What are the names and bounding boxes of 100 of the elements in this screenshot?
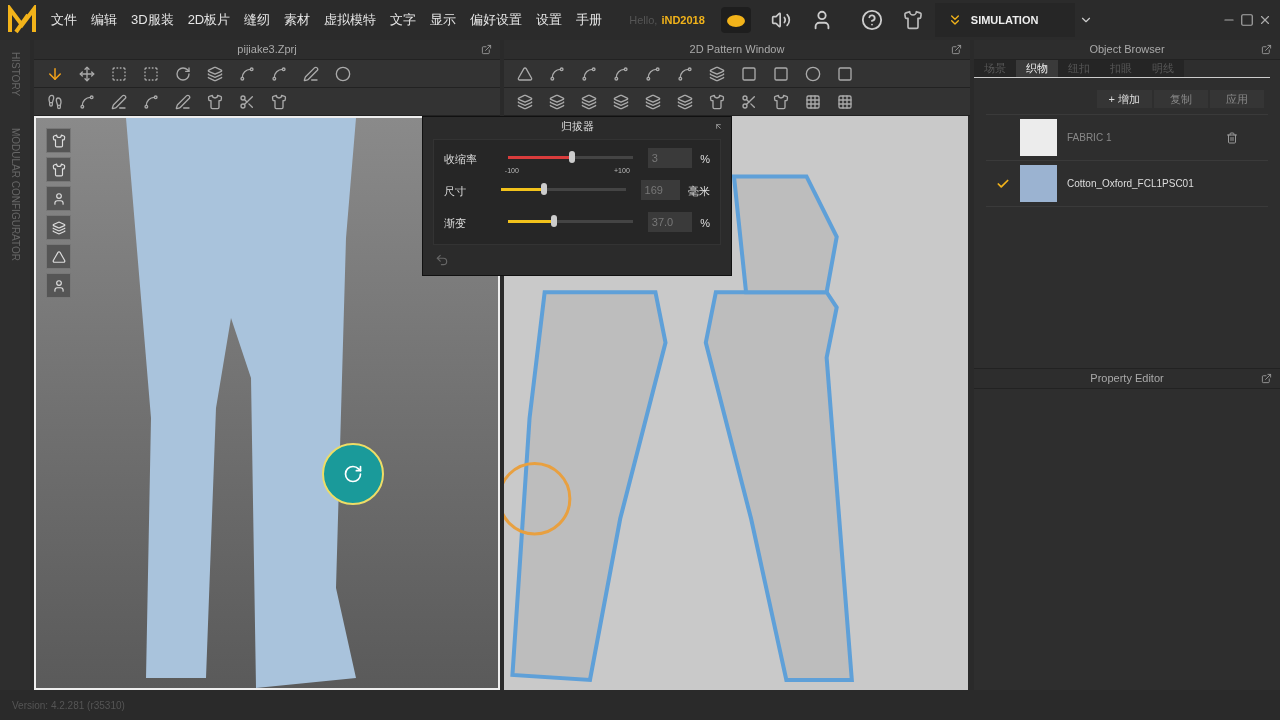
tool-icon: [549, 65, 565, 82]
tool-icon: [239, 93, 255, 110]
tool-icon: [143, 93, 159, 110]
tool-icon: [517, 93, 533, 110]
tool-icon: [741, 93, 757, 110]
slider-label: 尺寸: [444, 184, 467, 199]
cloud-icon: [725, 13, 746, 27]
slider-label: 渐变: [444, 216, 467, 231]
menu-item[interactable]: 文字: [383, 10, 424, 30]
menu-item[interactable]: 素材: [277, 10, 318, 30]
popout-icon[interactable]: [1261, 44, 1272, 55]
undo-icon[interactable]: [435, 253, 449, 267]
tool-icon: [111, 93, 127, 110]
menu-item[interactable]: 2D板片: [180, 10, 238, 30]
browser-button[interactable]: + 增加: [1096, 90, 1152, 108]
popout-icon[interactable]: [951, 44, 962, 55]
brush-cursor-icon: [504, 461, 572, 536]
slider-thumb[interactable]: [551, 215, 558, 227]
popout-icon[interactable]: [481, 44, 492, 55]
dialog-title: 归拔器: [560, 118, 594, 134]
browser-tab[interactable]: 织物: [1016, 60, 1058, 77]
tool-icon: [47, 93, 63, 110]
menu-item[interactable]: 缝纫: [237, 10, 278, 30]
viewport-tool-icon: [51, 249, 66, 264]
user-name: iND2018: [661, 12, 705, 28]
tool-icon: [335, 65, 351, 82]
panel-title: 2D Pattern Window: [689, 42, 785, 58]
tool-icon: [613, 93, 629, 110]
unit-label: %: [700, 152, 710, 167]
popout-icon[interactable]: [1261, 373, 1272, 384]
tool-icon: [271, 93, 287, 110]
tool-icon: [517, 65, 533, 82]
tool-icon: [805, 65, 821, 82]
tool-icon: [207, 93, 223, 110]
menu-item[interactable]: 编辑: [84, 10, 124, 30]
viewport-tool-button[interactable]: [46, 273, 71, 298]
speaker-icon[interactable]: [770, 10, 791, 30]
tool-icon: [207, 65, 223, 82]
mode-button[interactable]: SIMULATION: [934, 3, 1075, 37]
shirt-icon[interactable]: [902, 10, 923, 30]
viewport-tool-icon: [51, 220, 66, 235]
tool-icon: [773, 93, 789, 110]
viewport-tool-button[interactable]: [46, 157, 71, 182]
maximize-icon[interactable]: [1240, 13, 1254, 27]
tool-icon: [709, 93, 725, 110]
tool-icon: [143, 65, 159, 82]
tool-icon: [581, 93, 597, 110]
fabric-name: FABRIC 1: [1067, 131, 1112, 145]
unit-label: 毫米: [688, 184, 710, 199]
menu-item[interactable]: 虚拟模特: [317, 10, 384, 30]
help-icon[interactable]: [860, 9, 883, 31]
tool-icon: [549, 93, 565, 110]
viewport-tool-icon: [51, 191, 66, 206]
tool-icon: [677, 65, 693, 82]
viewport-tool-button[interactable]: [46, 128, 71, 153]
tool-icon: [111, 65, 127, 82]
cloud-button[interactable]: [720, 7, 751, 33]
slider-label: 收缩率: [444, 152, 478, 167]
menu-item[interactable]: 显示: [423, 10, 464, 30]
viewport-tool-button[interactable]: [46, 244, 71, 269]
tool-icon: [837, 93, 853, 110]
tool-icon: [271, 65, 287, 82]
fabric-row[interactable]: FABRIC 1: [986, 115, 1268, 161]
tool-icon: [175, 93, 191, 110]
panel-title: Property Editor: [1090, 371, 1164, 387]
tool-icon: [79, 93, 95, 110]
tool-icon: [677, 93, 693, 110]
menu-item[interactable]: 3D服装: [124, 10, 181, 30]
menu-item[interactable]: 偏好设置: [463, 10, 530, 30]
viewport-tool-button[interactable]: [46, 186, 71, 211]
viewport-tool-icon: [51, 133, 66, 148]
tool-icon: [175, 65, 191, 82]
tool-icon: [773, 65, 789, 82]
fabric-name: Cotton_Oxford_FCL1PSC01: [1067, 177, 1194, 191]
unit-label: %: [700, 216, 710, 231]
tool-icon: [303, 65, 319, 82]
tool-icon: [613, 65, 629, 82]
tool-icon: [741, 65, 757, 82]
viewport-tool-icon: [51, 278, 66, 293]
close-icon[interactable]: [1258, 13, 1272, 27]
3d-viewport[interactable]: [34, 116, 500, 690]
menu-item[interactable]: 手册: [569, 10, 610, 30]
tool-icon: [645, 93, 661, 110]
logo-icon: [7, 5, 37, 35]
menu-item[interactable]: 设置: [529, 10, 570, 30]
tool-icon: [581, 65, 597, 82]
fabric-row[interactable]: Cotton_Oxford_FCL1PSC01: [986, 161, 1268, 207]
tool-icon: [79, 65, 95, 82]
panel-title: Object Browser: [1089, 42, 1165, 58]
menu-item[interactable]: 文件: [44, 10, 84, 30]
panel-title: pijiake3.Zprj: [237, 42, 297, 58]
trash-icon[interactable]: [1226, 131, 1238, 144]
slider-thumb[interactable]: [569, 151, 576, 163]
tool-icon: [239, 65, 255, 82]
viewport-tool-button[interactable]: [46, 215, 71, 240]
slider-thumb[interactable]: [541, 183, 548, 195]
tool-icon: [645, 65, 661, 82]
viewport-tool-icon: [51, 162, 66, 177]
tool-icon: [837, 65, 853, 82]
tool-icon: [805, 93, 821, 110]
